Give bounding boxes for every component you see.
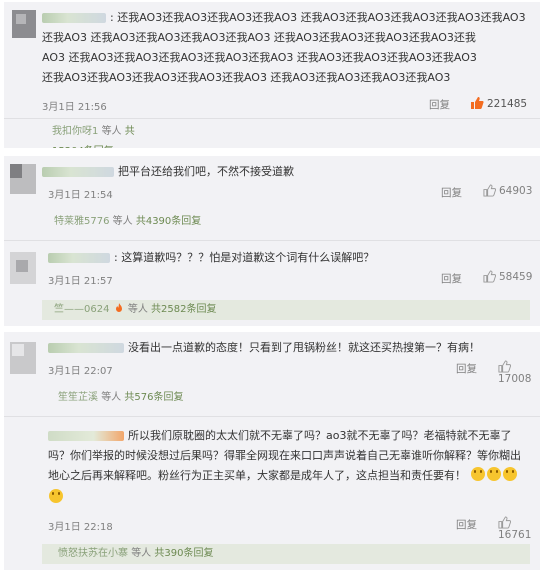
comment-text-line: : 还我AO3还我AO3还我AO3还我AO3 还我AO3还我AO3还我AO3还我…	[42, 8, 526, 28]
like-count: 64903	[499, 185, 533, 197]
username[interactable]	[48, 343, 124, 353]
thumbs-up-icon	[483, 184, 497, 197]
comment-block-1: : 还我AO3还我AO3还我AO3还我AO3 还我AO3还我AO3还我AO3还我…	[4, 2, 540, 148]
reply-count-link[interactable]: 共4390条回复	[136, 216, 201, 227]
reply-button[interactable]: 回复	[441, 271, 462, 286]
comment-block-2: 把平台还给我们吧，不然不接受道歉 3月1日 21:54 回复 64903 特莱雅…	[4, 156, 540, 326]
thumbs-up-icon	[498, 360, 512, 373]
comment-time: 3月1日 21:54	[48, 190, 113, 201]
username[interactable]	[48, 431, 124, 441]
reply-summary[interactable]: 我扣你呀1 等人 共15204条回复	[42, 122, 160, 148]
comment-text-line: 把平台还给我们吧，不然不接受道歉	[42, 162, 294, 182]
comment-text-line: 吗？你们举报的时候没想过后果吗？得罪全网现在来口口声声说着自己无辜谁听你解释？等…	[48, 449, 521, 462]
reply-count-link[interactable]: 共2582条回复	[151, 304, 216, 315]
like-count: 58459	[499, 271, 533, 283]
comment-time: 3月1日 21:57	[48, 276, 113, 287]
reply-count-link[interactable]: 共390条回复	[154, 548, 213, 559]
like-button[interactable]: 16761	[498, 516, 540, 541]
username[interactable]	[42, 13, 106, 23]
username[interactable]	[42, 167, 114, 177]
reply-summary[interactable]: 特莱雅5776 等人 共4390条回复	[42, 212, 530, 232]
reply-user-link[interactable]: 竺——0624	[54, 304, 109, 315]
like-count: 17008	[498, 373, 532, 385]
comment-text-line: 地心之后再来解释吧。粉丝行为正主买单，大家都是成年人了，这点担当和责任要有！	[48, 466, 518, 486]
reply-user-link[interactable]: 特莱雅5776	[54, 216, 109, 227]
reply-count-link[interactable]: 共576条回复	[124, 392, 183, 403]
comment-time: 3月1日 21:56	[42, 102, 107, 113]
reply-summary[interactable]: 竺——0624 等人 共2582条回复	[42, 300, 530, 320]
smiley-emoji-icon	[49, 489, 63, 503]
comment-text-line: 还我AO3还我AO3还我AO3还我AO3还我AO3 还我AO3还我AO3还我AO…	[42, 71, 451, 84]
smiley-emoji-icon	[470, 467, 485, 481]
reply-summary[interactable]: 笙笙芷溪 等人 共576条回复	[42, 388, 530, 408]
like-button[interactable]: 221485	[470, 96, 527, 110]
comment-time: 3月1日 22:18	[48, 522, 113, 533]
reply-button[interactable]: 回复	[456, 517, 477, 532]
thumbs-up-icon	[483, 270, 497, 283]
like-button[interactable]: 58459	[483, 270, 532, 283]
avatar[interactable]	[12, 10, 36, 38]
comment-text-line: AO3 还我AO3还我AO3还我AO3还我AO3还我AO3 还我AO3还我AO3…	[42, 51, 477, 64]
comment-text-line: 没看出一点道歉的态度！只看到了甩锅粉丝！就这还买热搜第一？有病！	[48, 338, 480, 358]
like-count: 16761	[498, 529, 532, 541]
reply-button[interactable]: 回复	[429, 97, 450, 112]
fire-thumbs-up-icon	[471, 97, 484, 109]
reply-summary[interactable]: 愤怒扶苏在小寨 等人 共390条回复	[42, 544, 530, 564]
avatar[interactable]	[10, 342, 36, 374]
username[interactable]	[48, 253, 110, 263]
flame-icon	[115, 303, 122, 312]
comment-text-line: 所以我们原耽圈的太太们就不无辜了吗？ao3就不无辜了吗？老福特就不无辜了	[48, 426, 511, 446]
comment-text-line: : 这算道歉吗？？？怕是对道歉这个词有什么误解吧？	[48, 248, 374, 268]
reply-user-link[interactable]: 我扣你呀1	[52, 126, 98, 137]
comment-text-line	[48, 488, 64, 508]
avatar[interactable]	[10, 164, 36, 194]
thumbs-up-icon	[498, 516, 512, 529]
comment-time: 3月1日 22:07	[48, 366, 113, 377]
reply-button[interactable]: 回复	[456, 361, 477, 376]
avatar[interactable]	[10, 252, 36, 284]
smiley-emoji-icon	[502, 467, 517, 481]
comment-text-line: 还我AO3 还我AO3还我AO3还我AO3还我AO3 还我AO3还我AO3还我A…	[42, 31, 476, 44]
like-button[interactable]: 17008	[498, 360, 540, 385]
like-button[interactable]: 64903	[483, 184, 532, 197]
like-count: 221485	[487, 98, 528, 110]
smiley-emoji-icon	[486, 467, 501, 481]
comment-block-3: 没看出一点道歉的态度！只看到了甩锅粉丝！就这还买热搜第一？有病！ 3月1日 22…	[4, 332, 540, 570]
reply-user-link[interactable]: 愤怒扶苏在小寨	[58, 548, 128, 559]
reply-user-link[interactable]: 笙笙芷溪	[58, 392, 98, 403]
reply-button[interactable]: 回复	[441, 185, 462, 200]
